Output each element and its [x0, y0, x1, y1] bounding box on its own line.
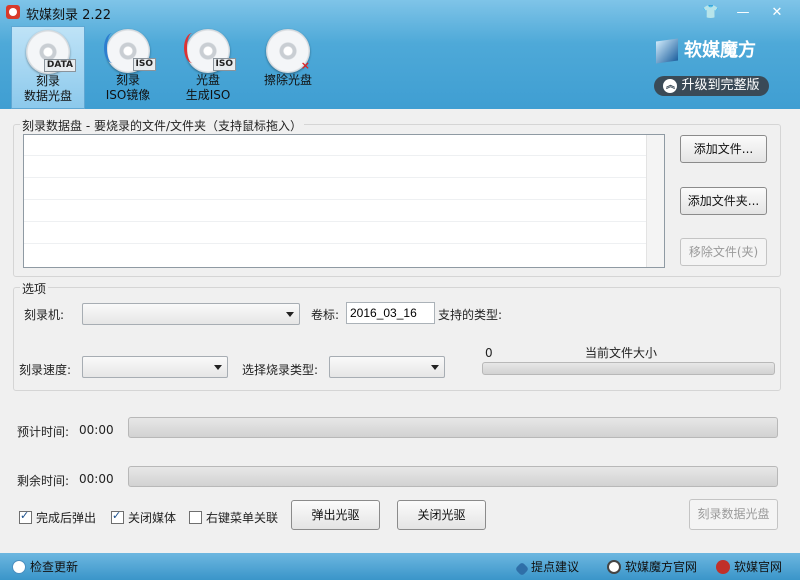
erase-disc-icon: × [266, 29, 310, 73]
size-value: 0 [485, 346, 493, 360]
upgrade-button[interactable]: ︽ 升级到完整版 [654, 76, 769, 96]
size-bar [482, 362, 775, 375]
close-button[interactable]: ✕ [766, 4, 788, 22]
app-window: 软媒刻录 2.22 👕 — ✕ DATA 刻录 数据光盘 ISO 刻录 ISO镜… [0, 0, 800, 580]
file-list[interactable] [23, 134, 665, 268]
remaining-time-value: 00:00 [79, 472, 114, 486]
estimated-time-value: 00:00 [79, 423, 114, 437]
ruanmei-site-link[interactable]: 软媒官网 [716, 558, 782, 575]
tool-label: 数据光盘 [23, 89, 72, 103]
burner-select[interactable] [82, 303, 300, 325]
close-media-checkbox[interactable]: 关闭媒体 [111, 509, 176, 526]
group-title: 选项 [20, 280, 49, 297]
tool-label: 光盘 [195, 73, 220, 87]
remove-file-button[interactable]: 移除文件(夹) [680, 238, 767, 266]
supported-types-label: 支持的类型: [438, 308, 503, 322]
burn-disc-button[interactable]: 刻录数据光盘 [689, 499, 778, 530]
burn-type-label: 选择烧录类型: [242, 363, 319, 377]
remaining-progress-bar [128, 466, 778, 487]
pen-icon [514, 561, 530, 577]
tool-label: 刻录 [35, 74, 60, 88]
cube-icon [656, 38, 678, 64]
arrow-up-icon [12, 560, 26, 574]
estimated-progress-bar [128, 417, 778, 438]
checkbox-icon [111, 509, 124, 524]
add-folder-button[interactable]: 添加文件夹... [680, 187, 767, 215]
tool-erase-disc[interactable]: × 擦除光盘 [251, 26, 325, 109]
estimated-time-label: 预计时间: [17, 425, 70, 439]
burner-label: 刻录机: [24, 308, 65, 322]
eject-after-checkbox[interactable]: 完成后弹出 [19, 509, 96, 526]
window-title: 软媒刻录 2.22 [26, 8, 112, 23]
tool-label: 刻录 [115, 73, 140, 87]
checkbox-icon [19, 509, 32, 524]
globe-icon [607, 560, 621, 574]
suggest-link[interactable]: 提点建议 [514, 558, 579, 577]
app-icon [6, 5, 20, 19]
ruanmei-m-icon [716, 560, 730, 574]
burn-type-select[interactable] [329, 356, 445, 378]
tool-burn-iso[interactable]: ISO 刻录 ISO镜像 [91, 26, 165, 109]
remaining-time-label: 剩余时间: [17, 474, 70, 488]
title-bar: 软媒刻录 2.22 👕 — ✕ [0, 0, 800, 26]
ruanmei-official-link[interactable]: 软媒魔方官网 [607, 558, 697, 575]
status-bar: 检查更新 提点建议 软媒魔方官网 软媒官网 [0, 553, 800, 580]
dropdown-arrow-icon [431, 365, 439, 370]
speed-label: 刻录速度: [19, 363, 72, 377]
checkbox-icon [189, 511, 202, 524]
context-menu-checkbox[interactable]: 右键菜单关联 [189, 509, 278, 526]
tool-create-iso[interactable]: ISO 光盘 生成ISO [171, 26, 245, 109]
volume-label: 卷标: [311, 308, 340, 322]
close-drive-button[interactable]: 关闭光驱 [397, 500, 486, 530]
check-update-link[interactable]: 检查更新 [12, 558, 78, 575]
eject-drive-button[interactable]: 弹出光驱 [291, 500, 380, 530]
toolbar-banner: 软媒刻录 2.22 👕 — ✕ DATA 刻录 数据光盘 ISO 刻录 ISO镜… [0, 0, 800, 109]
tool-burn-data-disc[interactable]: DATA 刻录 数据光盘 [11, 26, 85, 109]
double-chevron-up-icon: ︽ [663, 79, 678, 93]
ruanmei-logo: 软媒魔方 [656, 36, 756, 64]
dropdown-arrow-icon [214, 365, 222, 370]
dropdown-arrow-icon [286, 312, 294, 317]
scrollbar[interactable] [646, 135, 664, 267]
minimize-button[interactable]: — [732, 4, 754, 22]
volume-input[interactable] [346, 302, 435, 324]
add-file-button[interactable]: 添加文件... [680, 135, 767, 163]
create-iso-icon: ISO [184, 29, 236, 73]
tool-label: 生成ISO [185, 88, 231, 102]
tool-label: 擦除光盘 [263, 73, 312, 87]
group-title: 刻录数据盘 - 要烧录的文件/文件夹（支持鼠标拖入） [20, 117, 305, 134]
iso-disc-icon: ISO [104, 29, 156, 73]
current-size-label: 当前文件大小 [585, 346, 658, 360]
speed-select[interactable] [82, 356, 228, 378]
skin-icon[interactable]: 👕 [700, 4, 722, 22]
tool-label: ISO镜像 [105, 88, 151, 102]
data-disc-icon: DATA [26, 30, 76, 74]
